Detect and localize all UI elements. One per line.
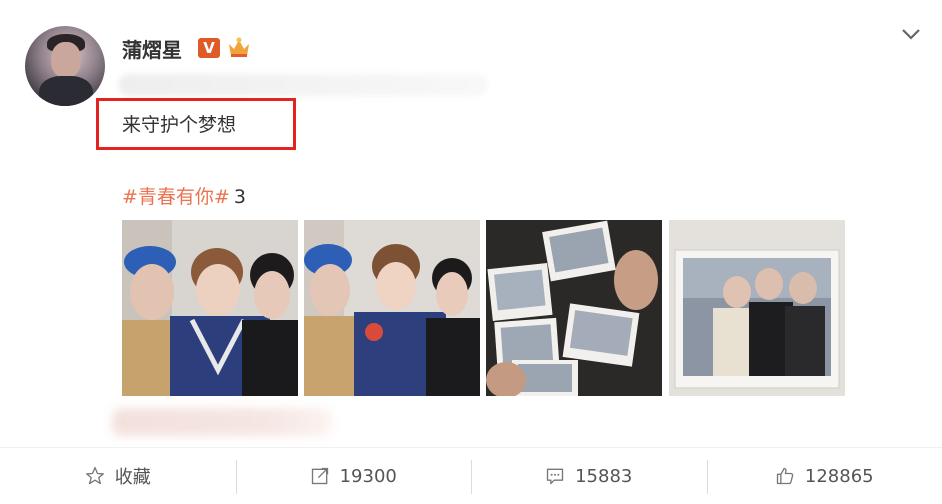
repost-button[interactable]: 19300 — [235, 448, 472, 504]
like-button[interactable]: 128865 — [706, 448, 942, 504]
highlight-box — [96, 98, 296, 150]
like-count: 128865 — [804, 465, 874, 487]
comment-count: 15883 — [575, 465, 633, 487]
hashtag-link[interactable]: #青春有你# — [122, 186, 230, 208]
photo-1[interactable] — [122, 220, 298, 396]
comment-button[interactable]: 15883 — [471, 448, 707, 504]
blurred-footer-region — [112, 408, 332, 436]
photo-1-image — [122, 220, 298, 396]
favorite-label: 收藏 — [114, 467, 151, 488]
blurred-source-line — [118, 74, 488, 96]
photo-4-image — [669, 220, 845, 396]
photo-2[interactable] — [304, 220, 480, 396]
hashtag-count: 3 — [233, 186, 246, 208]
photo-3-image — [486, 220, 662, 396]
photo-2-image — [304, 220, 480, 396]
hashtag-line: #青春有你# 3 — [122, 182, 246, 209]
star-icon — [85, 467, 104, 485]
photo-4[interactable] — [669, 220, 845, 396]
avatar-body — [39, 76, 93, 106]
share-icon — [311, 467, 328, 485]
comment-icon — [546, 468, 564, 485]
repost-count: 19300 — [339, 465, 397, 487]
chevron-down-icon[interactable] — [900, 26, 922, 42]
crown-icon — [229, 37, 249, 57]
photo-3[interactable] — [486, 220, 662, 396]
username[interactable]: 蒲熠星 — [122, 34, 182, 63]
action-bar: 收藏 19300 15883 128865 — [0, 448, 942, 504]
thumbs-up-icon — [776, 467, 794, 485]
avatar[interactable] — [25, 26, 105, 106]
verified-badge: V — [198, 38, 220, 58]
favorite-button[interactable]: 收藏 — [0, 448, 236, 504]
avatar-face — [51, 42, 81, 78]
